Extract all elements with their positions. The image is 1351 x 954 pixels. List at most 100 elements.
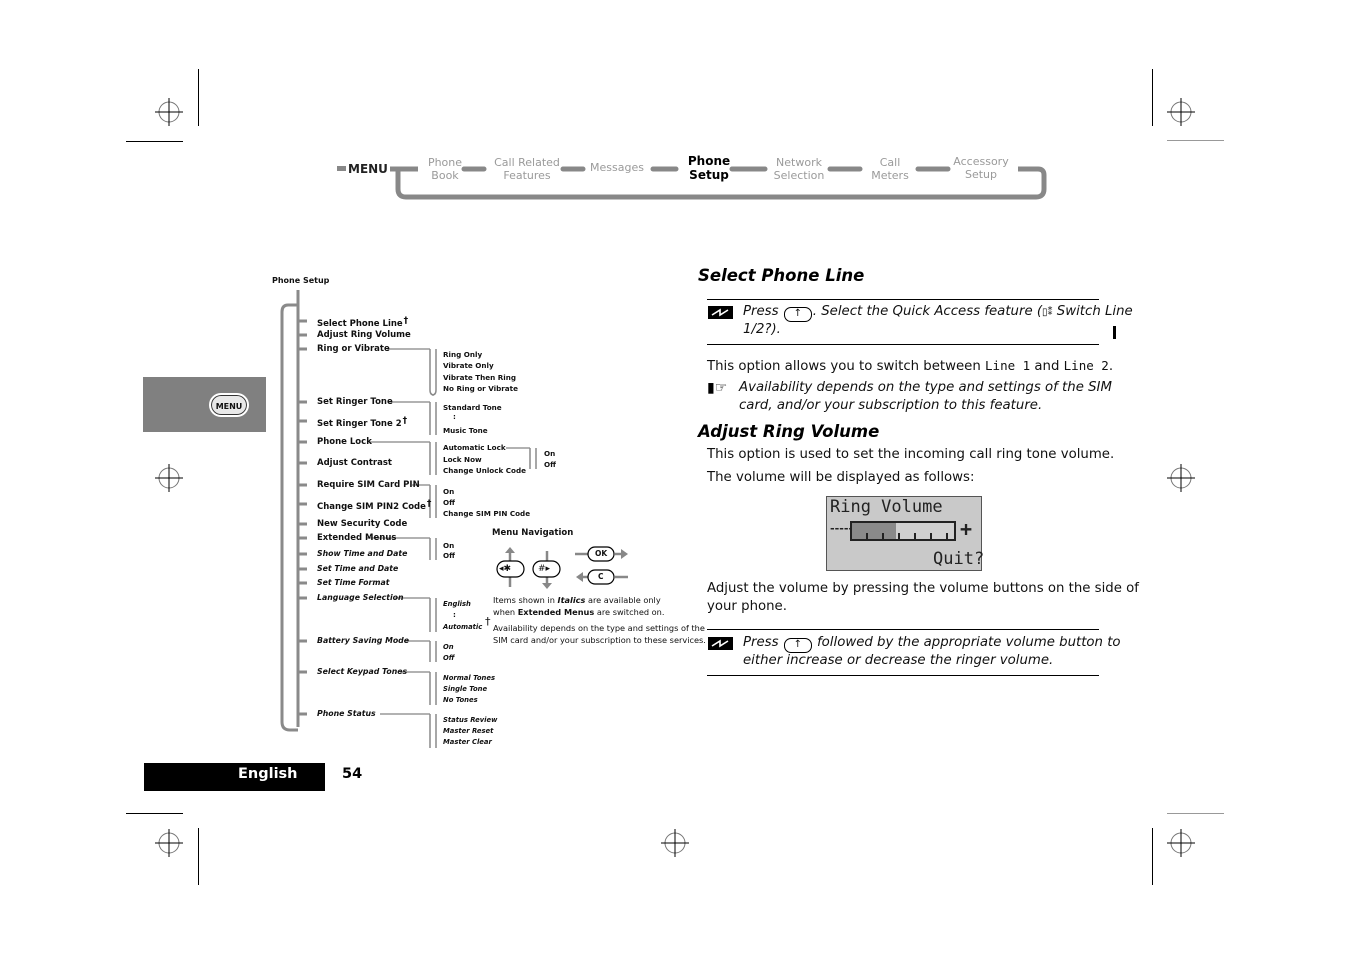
nav-item-network-selection[interactable]: Network Selection [768,156,830,182]
ring-volume-display: Ring Volume ----- + Quit? [826,496,985,571]
tree-item-require-sim-card-pin[interactable]: Require SIM Card PIN [317,480,420,490]
section-body: your phone. [707,599,787,614]
body-text: . [1108,359,1114,374]
tree-subitem[interactable]: Master Clear [443,738,492,746]
tree-subitem[interactable]: Off [443,498,455,507]
tree-item-new-security-code[interactable]: New Security Code [317,519,407,529]
tree-subitem[interactable]: Master Reset [443,727,493,735]
tree-item-label: Set Ringer Tone 2 [317,419,402,429]
tree-subitem[interactable]: Vibrate Only [443,361,494,370]
tree-item-battery-saving-mode[interactable]: Battery Saving Mode [317,636,409,645]
tree-root: Phone Setup [272,276,330,285]
tree-item-phone-status[interactable]: Phone Status [317,709,376,718]
instruction-text: Press [743,635,779,650]
legend-text: Extended Menus [517,607,595,617]
crop-line [126,813,183,814]
footer-language: English [238,766,298,782]
tree-subitem[interactable]: Change SIM PIN Code [443,509,530,518]
tree-subitem[interactable]: On [544,449,555,458]
tree-subitem[interactable]: Change Unlock Code [443,466,526,475]
tree-subitem[interactable]: English [443,600,471,608]
line-2-label: Line 2 [1063,358,1109,373]
dagger-mark: † [426,499,432,509]
tree-subitem[interactable]: Normal Tones [443,674,495,682]
crop-line [198,828,199,885]
tree-item-select-phone-line[interactable]: Select Phone Line† [317,316,408,329]
tree-subitem[interactable]: Automatic [443,623,482,631]
crop-line [1152,69,1153,126]
instruction-text: Switch Line [1056,304,1133,319]
volume-minus-icon: ----- [829,522,854,535]
note-hand-icon: ▮☞ [707,380,728,396]
crop-line [1167,140,1224,141]
registration-mark-icon [1167,464,1195,492]
tree-subitem[interactable]: Lock Now [443,455,482,464]
availability-note: SIM card and/or your subscription to the… [493,635,706,645]
nav-item-label: Call [879,156,901,169]
tree-subitem[interactable]: No Tones [443,696,478,704]
volume-ticks [852,533,954,539]
tree-item-ring-or-vibrate[interactable]: Ring or Vibrate [317,344,390,354]
page-number: 54 [342,766,363,782]
body-text: and [1030,359,1064,374]
tree-item-show-time-and-date[interactable]: Show Time and Date [317,549,407,558]
tree-subitem[interactable]: Automatic Lock [443,443,506,452]
nav-item-call-meters[interactable]: Call Meters [865,156,915,182]
legend-text: are available only [585,595,661,605]
tree-item-language-selection[interactable]: Language Selection [317,593,404,602]
tree-item-set-time-format[interactable]: Set Time Format [317,578,390,587]
tree-item-change-sim-pin2-code[interactable]: Change SIM PIN2 Code† [317,499,431,512]
tree-item-adjust-contrast[interactable]: Adjust Contrast [317,458,392,468]
tree-subitem[interactable]: On [443,541,454,550]
availability-note: card, and/or your subscription to this f… [739,398,1043,413]
scroll-right-key-icon: #▸ [538,564,551,574]
crop-line [1167,813,1224,814]
tree-item-label: Select Phone Line [317,319,403,329]
tree-item-phone-lock[interactable]: Phone Lock [317,437,372,447]
availability-note: Availability depends on the type and set… [739,380,1112,395]
navigation-keys-graphic [496,546,628,589]
tree-subitem[interactable]: Single Tone [443,685,487,693]
ok-key-icon: OK [595,549,608,558]
tree-item-adjust-ring-volume[interactable]: Adjust Ring Volume [317,330,411,340]
tree-subitem[interactable]: Vibrate Then Ring [443,373,516,382]
shortcut-instruction-cont: either increase or decrease the ringer v… [743,653,1054,668]
tree-subitem[interactable]: On [443,487,454,496]
lcd-quit-label: Quit? [933,549,985,569]
legend-title: Menu Navigation [492,528,574,538]
divider [707,629,1099,630]
legend-text: Italics [557,595,586,605]
volume-bar [850,521,956,541]
lcd-title: Ring Volume [830,497,943,517]
section-body: This option is used to set the incoming … [707,447,1115,462]
section-body: The volume will be displayed as follows: [707,470,975,485]
tree-subitem[interactable]: Ring Only [443,350,482,359]
change-bar [1113,326,1116,339]
nav-item-label: Setup [964,168,998,181]
tree-subitem[interactable]: Off [443,551,455,560]
tree-subitem-ellipsis: : [453,412,456,421]
tree-item-set-time-and-date[interactable]: Set Time and Date [317,564,398,573]
instruction-text: . Select the Quick Access feature ( [812,304,1043,319]
tree-subitem[interactable]: No Ring or Vibrate [443,384,518,393]
availability-note: Availability depends on the type and set… [493,623,705,633]
nav-item-label: Accessory [953,155,1009,168]
registration-mark-icon [661,829,689,857]
tree-item-extended-menus[interactable]: Extended Menus [317,533,396,543]
tree-subitem[interactable]: Off [443,654,454,662]
tree-item-set-ringer-tone[interactable]: Set Ringer Tone [317,397,393,407]
tree-subitem[interactable]: On [443,643,454,651]
legend-text: when [493,607,518,617]
divider [707,344,1099,345]
legend-text: Items shown in [493,595,558,605]
tree-item-select-keypad-tones[interactable]: Select Keypad Tones [317,667,407,676]
tree-item-set-ringer-tone-2[interactable]: Set Ringer Tone 2† [317,416,407,429]
section-body: Adjust the volume by pressing the volume… [707,581,1139,596]
extended-menus-note: when Extended Menus are switched on. [493,606,664,619]
tree-subitem[interactable]: Standard Tone [443,403,502,412]
scroll-left-key-icon: ◂✱ [499,564,512,574]
tree-subitem[interactable]: Off [544,460,556,469]
tree-subitem[interactable]: Status Review [443,716,497,724]
nav-item-accessory-setup[interactable]: Accessory Setup [948,155,1014,181]
tree-subitem[interactable]: Music Tone [443,426,488,435]
